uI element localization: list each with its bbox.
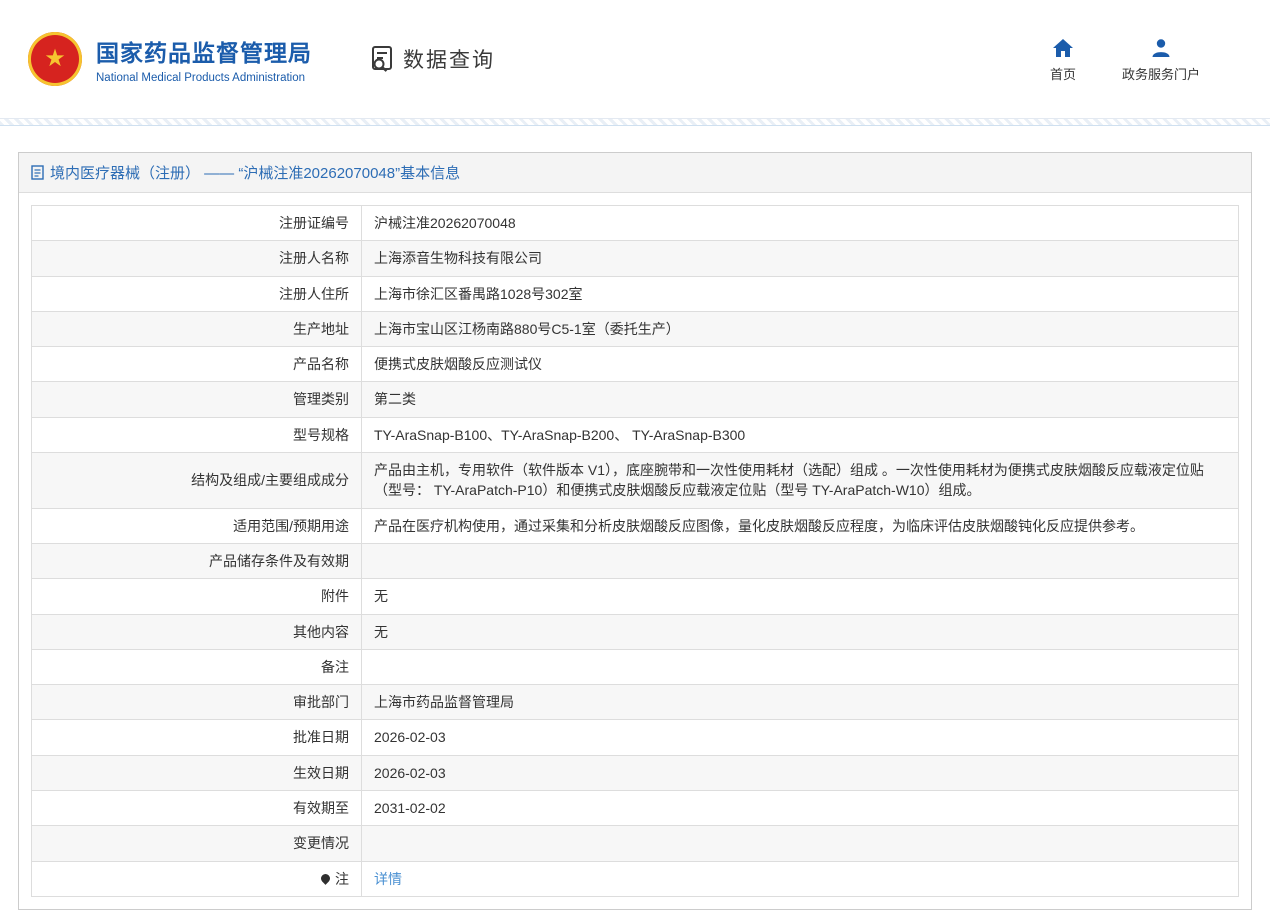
row-label: 适用范围/预期用途 (32, 508, 362, 543)
row-label: 结构及组成/主要组成成分 (32, 453, 362, 509)
data-query-icon (367, 44, 397, 74)
header-divider (0, 118, 1270, 126)
table-row: 产品名称便携式皮肤烟酸反应测试仪 (32, 347, 1239, 382)
info-table: 注册证编号沪械注准20262070048注册人名称上海添音生物科技有限公司注册人… (31, 205, 1239, 897)
row-label: 备注 (32, 649, 362, 684)
table-row: 备注 (32, 649, 1239, 684)
row-label: 生产地址 (32, 311, 362, 346)
row-value: 2031-02-02 (362, 791, 1239, 826)
table-row: 注册人住所上海市徐汇区番禺路1028号302室 (32, 276, 1239, 311)
nav-home[interactable]: 首页 (1050, 36, 1076, 83)
row-label: 注册人住所 (32, 276, 362, 311)
table-row: 注册证编号沪械注准20262070048 (32, 206, 1239, 241)
table-row: 变更情况 (32, 826, 1239, 861)
row-label: 注册人名称 (32, 241, 362, 276)
document-icon (31, 165, 44, 180)
row-label: 有效期至 (32, 791, 362, 826)
row-value: 2026-02-03 (362, 755, 1239, 790)
nav-gov-portal-label: 政务服务门户 (1122, 64, 1200, 83)
row-label: 产品名称 (32, 347, 362, 382)
table-row: 管理类别第二类 (32, 382, 1239, 417)
row-label: 注 (32, 861, 362, 896)
row-value: 上海市药品监督管理局 (362, 685, 1239, 720)
registration-panel: 境内医疗器械（注册） —— “沪械注准20262070048”基本信息 注册证编… (18, 152, 1252, 910)
panel-title: 境内医疗器械（注册） —— “沪械注准20262070048”基本信息 (19, 153, 1251, 193)
table-row: 适用范围/预期用途产品在医疗机构使用，通过采集和分析皮肤烟酸反应图像，量化皮肤烟… (32, 508, 1239, 543)
row-value: 第二类 (362, 382, 1239, 417)
nmpa-emblem-logo: ★ (28, 32, 82, 86)
detail-link[interactable]: 详情 (374, 871, 402, 887)
row-value (362, 543, 1239, 578)
table-row: 其他内容无 (32, 614, 1239, 649)
row-value: 2026-02-03 (362, 720, 1239, 755)
page-title: 境内医疗器械（注册） —— “沪械注准20262070048”基本信息 (50, 162, 460, 183)
pin-icon (319, 872, 332, 885)
table-row: 批准日期2026-02-03 (32, 720, 1239, 755)
row-value: 产品由主机，专用软件（软件版本 V1），底座腕带和一次性使用耗材（选配）组成 。… (362, 453, 1239, 509)
table-row: 有效期至2031-02-02 (32, 791, 1239, 826)
row-value (362, 826, 1239, 861)
table-row: 结构及组成/主要组成成分产品由主机，专用软件（软件版本 V1），底座腕带和一次性… (32, 453, 1239, 509)
table-row: 生产地址上海市宝山区江杨南路880号C5-1室（委托生产） (32, 311, 1239, 346)
top-nav: 首页 政务服务门户 (1050, 36, 1200, 83)
data-query-title: 数据查询 (403, 44, 495, 74)
row-value: 产品在医疗机构使用，通过采集和分析皮肤烟酸反应图像，量化皮肤烟酸反应程度，为临床… (362, 508, 1239, 543)
row-label: 审批部门 (32, 685, 362, 720)
table-row: 附件无 (32, 579, 1239, 614)
main-content: 境内医疗器械（注册） —— “沪械注准20262070048”基本信息 注册证编… (0, 126, 1270, 910)
row-value (362, 649, 1239, 684)
nav-gov-portal[interactable]: 政务服务门户 (1122, 36, 1200, 83)
row-label: 型号规格 (32, 417, 362, 452)
org-name-en: National Medical Products Administration (96, 72, 312, 84)
row-label: 产品储存条件及有效期 (32, 543, 362, 578)
nav-home-label: 首页 (1050, 64, 1076, 83)
table-row: 注详情 (32, 861, 1239, 896)
site-header: ★ 国家药品监督管理局 National Medical Products Ad… (0, 0, 1270, 118)
row-label: 生效日期 (32, 755, 362, 790)
table-wrap: 注册证编号沪械注准20262070048注册人名称上海添音生物科技有限公司注册人… (19, 193, 1251, 909)
row-label: 注册证编号 (32, 206, 362, 241)
home-icon (1052, 36, 1074, 58)
row-value: TY-AraSnap-B100、TY-AraSnap-B200、 TY-AraS… (362, 417, 1239, 452)
row-value: 详情 (362, 861, 1239, 896)
table-row: 生效日期2026-02-03 (32, 755, 1239, 790)
row-value: 上海市宝山区江杨南路880号C5-1室（委托生产） (362, 311, 1239, 346)
emblem-star-icon: ★ (44, 47, 66, 71)
row-value: 便携式皮肤烟酸反应测试仪 (362, 347, 1239, 382)
row-value: 上海添音生物科技有限公司 (362, 241, 1239, 276)
row-value: 上海市徐汇区番禺路1028号302室 (362, 276, 1239, 311)
row-label: 批准日期 (32, 720, 362, 755)
brand-text: 国家药品监督管理局 National Medical Products Admi… (96, 34, 312, 84)
row-label: 管理类别 (32, 382, 362, 417)
table-row: 产品储存条件及有效期 (32, 543, 1239, 578)
org-name-cn: 国家药品监督管理局 (96, 34, 312, 68)
row-value: 沪械注准20262070048 (362, 206, 1239, 241)
data-query-header: 数据查询 (367, 44, 495, 74)
row-value: 无 (362, 579, 1239, 614)
table-row: 型号规格TY-AraSnap-B100、TY-AraSnap-B200、 TY-… (32, 417, 1239, 452)
user-icon (1150, 36, 1172, 58)
row-label: 其他内容 (32, 614, 362, 649)
table-row: 审批部门上海市药品监督管理局 (32, 685, 1239, 720)
row-label: 附件 (32, 579, 362, 614)
nmpa-brand[interactable]: ★ 国家药品监督管理局 National Medical Products Ad… (28, 32, 312, 86)
row-label: 变更情况 (32, 826, 362, 861)
table-row: 注册人名称上海添音生物科技有限公司 (32, 241, 1239, 276)
row-value: 无 (362, 614, 1239, 649)
